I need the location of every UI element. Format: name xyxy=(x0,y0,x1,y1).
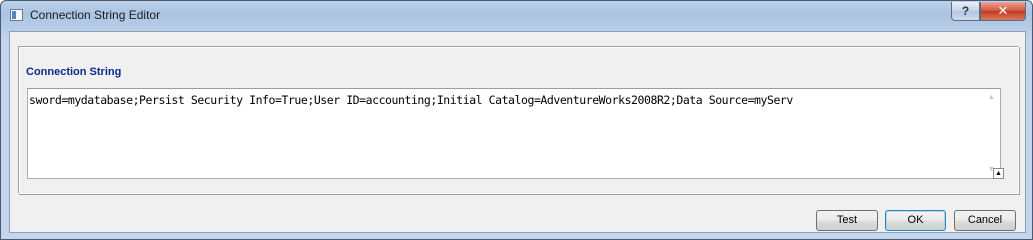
connection-string-label: Connection String xyxy=(26,66,122,78)
app-window-icon xyxy=(10,9,23,21)
test-button[interactable]: Test xyxy=(816,210,878,231)
title-bar[interactable]: Connection String Editor ? ✕ xyxy=(1,1,1032,31)
vertical-scrollbar[interactable]: ▲ ▼ xyxy=(983,89,1000,178)
scroll-up-arrow-icon[interactable]: ▲ xyxy=(983,89,1000,106)
help-button[interactable]: ? xyxy=(951,2,980,21)
cancel-button[interactable]: Cancel xyxy=(954,210,1016,231)
connection-string-text[interactable]: sword=mydatabase;Persist Security Info=T… xyxy=(29,92,975,108)
dialog-window: Connection String Editor ? ✕ Connection … xyxy=(0,0,1033,240)
connection-string-textarea[interactable]: sword=mydatabase;Persist Security Info=T… xyxy=(27,88,1001,179)
window-title: Connection String Editor xyxy=(30,8,161,22)
expand-editor-icon[interactable]: ▲ xyxy=(993,168,1004,179)
ok-button[interactable]: OK xyxy=(885,210,946,231)
dialog-body: Connection String sword=mydatabase;Persi… xyxy=(9,31,1026,233)
close-button[interactable]: ✕ xyxy=(980,2,1026,21)
